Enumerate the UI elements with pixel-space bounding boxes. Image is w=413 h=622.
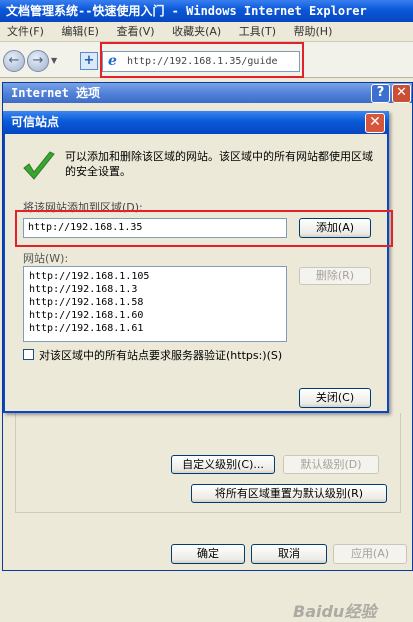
back-button[interactable]: ←	[3, 50, 25, 72]
add-row-highlight-box	[15, 210, 393, 247]
menu-favorites[interactable]: 收藏夹(A)	[165, 22, 228, 42]
trusted-sites-title-bar: 可信站点	[3, 111, 389, 134]
question-icon: ?	[376, 85, 385, 100]
menu-view[interactable]: 查看(V)	[109, 22, 161, 42]
cancel-button[interactable]: 取消	[251, 544, 327, 564]
list-item[interactable]: http://192.168.1.60	[29, 309, 286, 322]
apply-button[interactable]: 应用(A)	[333, 544, 407, 564]
add-tab-button[interactable]: +	[80, 52, 98, 70]
ie-title-text: 文档管理系统--快速使用入门 - Windows Internet Explor…	[6, 4, 367, 18]
trusted-sites-dialog: 可信站点 ✕ 可以添加和删除该区域的网站。该区域中的所有网站都使用区域的安全设置…	[3, 111, 393, 413]
plus-icon: +	[83, 53, 95, 68]
ie-window-title: 文档管理系统--快速使用入门 - Windows Internet Explor…	[0, 0, 413, 22]
https-verification-label: 对该区域中的所有站点要求服务器验证(https:)(S)	[39, 349, 283, 362]
https-verification-checkbox[interactable]	[23, 349, 34, 360]
list-item[interactable]: http://192.168.1.58	[29, 296, 286, 309]
internet-options-close-button[interactable]: ✕	[392, 84, 411, 103]
list-item[interactable]: http://192.168.1.61	[29, 322, 286, 335]
menu-help[interactable]: 帮助(H)	[287, 22, 340, 42]
custom-level-button[interactable]: 自定义级别(C)...	[171, 455, 275, 474]
close-icon: ✕	[396, 85, 407, 100]
help-button[interactable]: ?	[371, 84, 390, 103]
reset-all-zones-button[interactable]: 将所有区域重置为默认级别(R)	[191, 484, 387, 503]
checkmark-icon	[23, 151, 55, 180]
close-button[interactable]: 关闭(C)	[299, 388, 371, 408]
forward-arrow-icon: →	[32, 53, 44, 68]
forward-button[interactable]: →	[27, 50, 49, 72]
address-toolbar: ← → ▼ + e http://192.168.1.35/guide	[0, 42, 413, 78]
close-icon: ✕	[369, 114, 381, 130]
trusted-sites-close-x-button[interactable]: ✕	[365, 113, 385, 133]
back-arrow-icon: ←	[8, 53, 20, 68]
websites-list[interactable]: http://192.168.1.105 http://192.168.1.3 …	[23, 266, 287, 342]
address-highlight-box	[100, 42, 304, 78]
watermark: Baidu经验	[293, 602, 377, 621]
trusted-sites-title: 可信站点	[11, 115, 60, 129]
menu-edit[interactable]: 编辑(E)	[54, 22, 106, 42]
trusted-sites-description: 可以添加和删除该区域的网站。该区域中的所有网站都使用区域的安全设置。	[65, 150, 373, 178]
ok-button[interactable]: 确定	[171, 544, 245, 564]
menu-bar: 文件(F) 编辑(E) 查看(V) 收藏夹(A) 工具(T) 帮助(H)	[0, 22, 413, 42]
chevron-down-icon[interactable]: ▼	[51, 56, 57, 65]
list-item[interactable]: http://192.168.1.3	[29, 283, 286, 296]
menu-tools[interactable]: 工具(T)	[232, 22, 283, 42]
list-item[interactable]: http://192.168.1.105	[29, 270, 286, 283]
internet-options-title: Internet 选项	[11, 86, 101, 100]
internet-options-title-bar: Internet 选项	[3, 83, 412, 103]
websites-label: 网站(W):	[23, 252, 69, 265]
remove-website-button[interactable]: 删除(R)	[299, 267, 371, 285]
default-level-button[interactable]: 默认级别(D)	[283, 455, 379, 474]
menu-file[interactable]: 文件(F)	[0, 22, 51, 42]
